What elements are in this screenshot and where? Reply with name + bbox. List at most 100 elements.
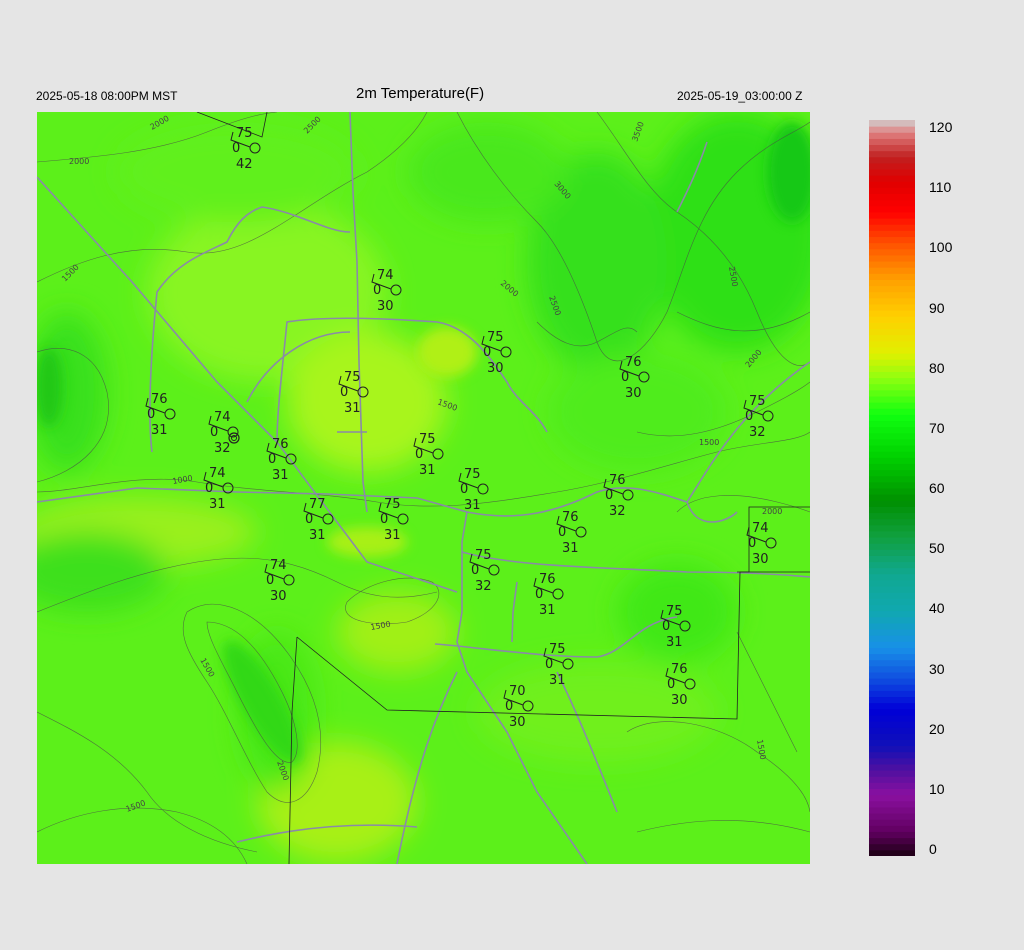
station-dewpoint: 31	[384, 528, 401, 543]
station-temperature: 74	[377, 268, 394, 283]
colorbar-band	[869, 389, 915, 397]
colorbar-band	[869, 451, 915, 458]
colorbar-band	[869, 629, 915, 636]
colorbar-band	[869, 537, 915, 544]
colorbar-band	[869, 187, 915, 195]
colorbar-band	[869, 610, 915, 618]
station-dewpoint: 31	[666, 635, 683, 650]
colorbar-band	[869, 304, 915, 311]
colorbar-band	[869, 383, 915, 391]
station-dewpoint: 31	[344, 401, 361, 416]
colorbar-band	[869, 653, 915, 661]
colorbar-band	[869, 199, 915, 207]
station-temperature: 75	[549, 642, 566, 657]
colorbar-band	[869, 426, 915, 434]
colorbar-band	[869, 365, 915, 372]
colorbar-band	[869, 488, 915, 495]
station-temperature: 75	[236, 126, 253, 141]
station-dewpoint: 31	[309, 528, 326, 543]
colorbar-band	[869, 837, 915, 845]
station-temperature: 74	[270, 558, 287, 573]
colorbar-band	[869, 248, 915, 256]
station-cloud-cover: 0	[745, 409, 753, 424]
colorbar-band	[869, 549, 915, 556]
colorbar-band	[869, 230, 915, 238]
station-dewpoint: 31	[272, 468, 289, 483]
station-dewpoint: 30	[625, 386, 642, 401]
station-temperature: 75	[487, 330, 504, 345]
colorbar-band	[869, 138, 915, 146]
station-dewpoint: 31	[562, 541, 579, 556]
colorbar-tick-label: 80	[929, 359, 945, 376]
station-dewpoint: 42	[236, 157, 253, 172]
station-dewpoint: 30	[487, 361, 504, 376]
station-dewpoint: 32	[214, 441, 231, 456]
colorbar-band	[869, 604, 915, 612]
colorbar-band	[869, 120, 915, 127]
colorbar-tick-label: 0	[929, 841, 937, 857]
colorbar-band	[869, 757, 915, 765]
colorbar-band	[869, 261, 915, 268]
station-dewpoint: 31	[539, 603, 556, 618]
station-temperature: 75	[475, 548, 492, 563]
colorbar-band	[869, 678, 915, 685]
colorbar-band	[869, 175, 915, 182]
colorbar-band	[869, 334, 915, 342]
colorbar-band	[869, 524, 915, 532]
colorbar-band	[869, 279, 915, 287]
station-cloud-cover: 0	[305, 512, 313, 527]
colorbar-band	[869, 714, 915, 722]
colorbar-band	[869, 432, 915, 440]
colorbar-band	[869, 782, 915, 790]
colorbar-tick-label: 30	[929, 660, 945, 677]
colorbar-band	[869, 169, 915, 176]
station-dewpoint: 31	[151, 423, 168, 438]
station-temperature: 75	[666, 604, 683, 619]
colorbar-band	[869, 702, 915, 710]
colorbar-band	[869, 494, 915, 501]
colorbar-band	[869, 745, 915, 753]
colorbar-band	[869, 739, 915, 747]
colorbar-band	[869, 567, 915, 575]
station-cloud-cover: 0	[605, 488, 613, 503]
station-cloud-cover: 0	[748, 536, 756, 551]
station-cloud-cover: 0	[373, 283, 381, 298]
colorbar-band	[869, 414, 915, 422]
colorbar-band	[869, 733, 915, 740]
colorbar-tick-label: 10	[929, 780, 945, 797]
station-temperature: 75	[384, 497, 401, 512]
station-temperature: 75	[749, 394, 766, 409]
station-dewpoint: 30	[509, 715, 526, 730]
colorbar-band	[869, 751, 915, 759]
colorbar-band	[869, 402, 915, 409]
valid-time-local: 2025-05-18 08:00PM MST	[36, 89, 178, 103]
colorbar-band	[869, 721, 915, 728]
station-temperature: 76	[671, 662, 688, 677]
colorbar-band	[869, 690, 915, 698]
colorbar-band	[869, 322, 915, 330]
colorbar-band	[869, 396, 915, 403]
colorbar-tick-label: 120	[929, 119, 953, 135]
colorbar-band	[869, 126, 915, 133]
station-dewpoint: 30	[752, 552, 769, 567]
colorbar-band	[869, 285, 915, 293]
colorbar-band	[869, 635, 915, 642]
colorbar-band	[869, 659, 915, 667]
colorbar-tick-label: 100	[929, 239, 953, 256]
station-temperature: 76	[562, 510, 579, 525]
colorbar-band	[869, 254, 915, 262]
station-dewpoint: 30	[671, 693, 688, 708]
station-cloud-cover: 0	[535, 587, 543, 602]
colorbar-band	[869, 273, 915, 280]
colorbar-band	[869, 224, 915, 231]
station-cloud-cover: 0	[621, 370, 629, 385]
colorbar-band	[869, 291, 915, 299]
station-cloud-cover: 0	[483, 345, 491, 360]
colorbar-tick-label: 110	[929, 179, 952, 196]
colorbar-band	[869, 340, 915, 348]
contour-label: 1500	[699, 438, 719, 447]
colorbar-band	[869, 813, 915, 820]
colorbar-band	[869, 819, 915, 826]
station-dewpoint: 32	[475, 579, 492, 594]
colorbar-band	[869, 684, 915, 691]
